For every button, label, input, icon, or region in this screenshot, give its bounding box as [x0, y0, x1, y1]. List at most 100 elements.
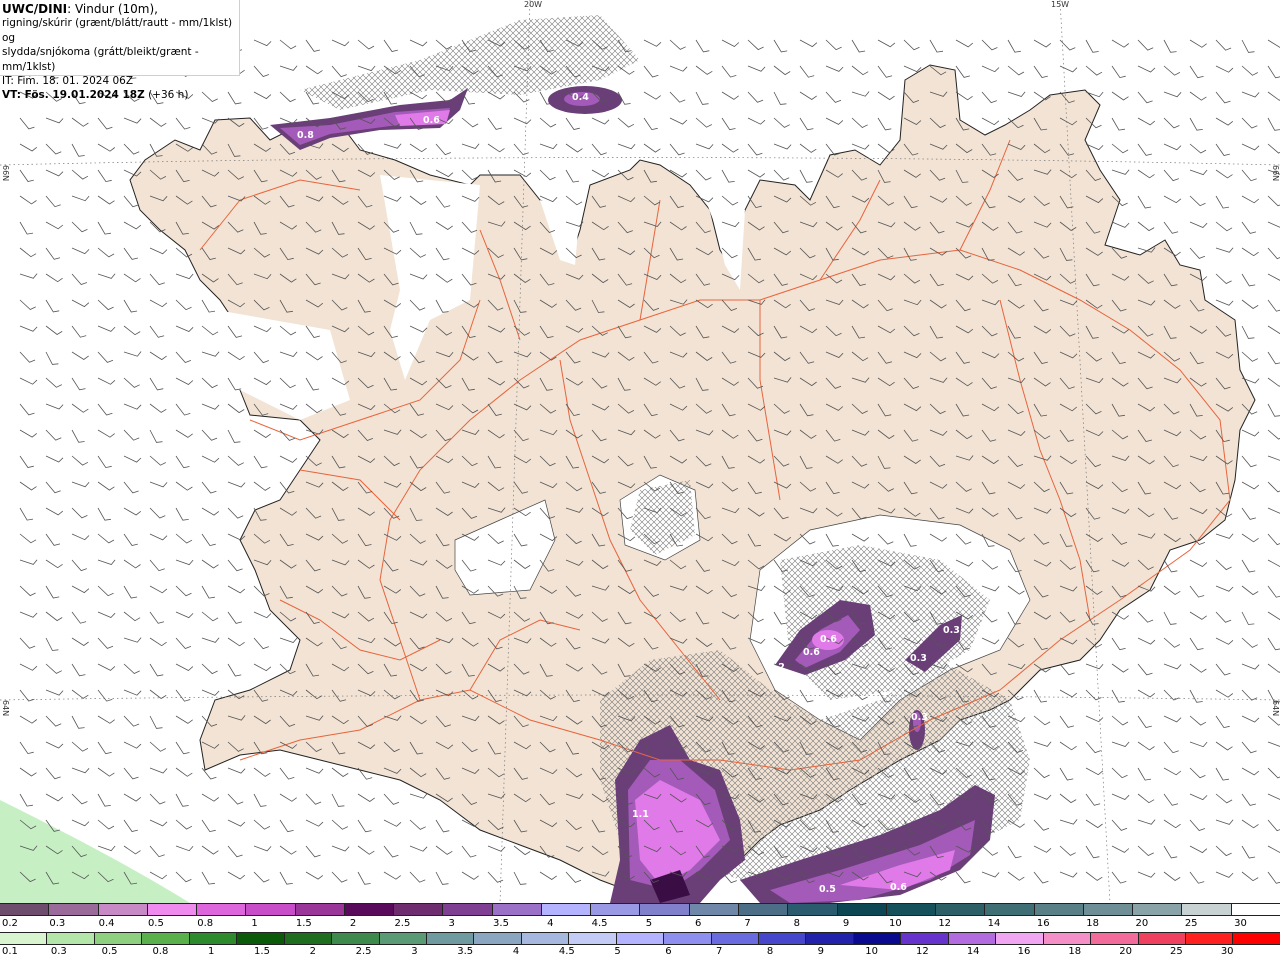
wind-barb: [149, 325, 165, 338]
wind-barb: [1163, 39, 1177, 53]
wind-barb: [45, 637, 59, 651]
colorbar-label: 25: [1170, 946, 1183, 957]
wind-barb: [97, 481, 115, 491]
wind-barb: [97, 507, 111, 521]
wind-barb: [1189, 65, 1204, 79]
wind-barb: [97, 169, 112, 183]
colorbar-label: 16: [1036, 918, 1050, 929]
wind-barb: [305, 39, 320, 52]
wind-barb: [1163, 91, 1182, 98]
wind-barb: [123, 819, 138, 832]
precip-label: 0.8: [297, 130, 314, 141]
wind-barb: [97, 403, 113, 416]
wind-barb: [1059, 793, 1077, 804]
wind-barb: [903, 39, 920, 51]
wind-barb: [513, 871, 527, 885]
colorbar-swatch: [1182, 904, 1232, 915]
wind-barb: [1241, 819, 1259, 829]
wind-barb: [1215, 819, 1234, 825]
wind-barb: [123, 273, 141, 283]
wind-barb: [1215, 533, 1234, 539]
wind-barb: [669, 91, 686, 103]
wind-barb: [1241, 429, 1260, 437]
wind-barb: [175, 377, 194, 385]
wind-barb: [1007, 39, 1021, 53]
wind-barb: [227, 793, 244, 805]
colorbar-swatch: [591, 904, 641, 915]
wind-barb: [149, 741, 166, 752]
wind-barb: [305, 845, 321, 858]
wind-barb: [71, 351, 89, 360]
wind-barb: [643, 143, 661, 153]
wind-barb: [1215, 299, 1234, 306]
parameter-text: : Vindur (10m),: [67, 2, 158, 16]
wind-barb: [1267, 455, 1280, 461]
wind-barb: [305, 819, 324, 827]
wind-barb: [773, 91, 787, 105]
wind-barb: [539, 871, 557, 880]
wind-barb: [1111, 143, 1129, 154]
wind-barb: [1215, 793, 1233, 804]
wind-barb: [1111, 663, 1129, 673]
wind-barb: [357, 845, 375, 855]
wind-barb: [279, 637, 298, 643]
colorbar-label: 9: [817, 946, 824, 957]
wind-barb: [149, 689, 167, 699]
wind-barb: [1189, 767, 1206, 779]
wind-barb: [435, 91, 452, 103]
wind-barb: [695, 169, 712, 181]
wind-barb: [97, 689, 113, 702]
wind-barb: [123, 845, 141, 855]
wind-barb: [97, 767, 115, 777]
wind-barb: [279, 871, 293, 885]
wind-barb: [227, 507, 244, 519]
wind-barb: [1241, 767, 1260, 776]
wind-barb: [19, 741, 34, 755]
wind-barb: [1241, 741, 1257, 754]
colorbar-swatch: [521, 933, 570, 944]
wind-barb: [149, 819, 168, 827]
colorbar-swatch: [1133, 904, 1183, 915]
precip-label: 0.3: [911, 712, 928, 723]
wind-barb: [487, 117, 502, 130]
wind-barb: [71, 377, 86, 391]
colorbar-swatch: [443, 904, 493, 915]
colorbar-swatch: [379, 933, 427, 944]
wind-barb: [825, 117, 844, 125]
wind-barb: [1059, 65, 1078, 73]
wind-barb: [1085, 819, 1103, 829]
wind-barb: [1007, 91, 1026, 97]
wind-barb: [1215, 845, 1232, 857]
wind-barb: [1033, 65, 1048, 78]
colorbar-label: 0.3: [50, 946, 67, 957]
wind-barb: [1241, 325, 1255, 339]
wind-barb: [1241, 455, 1257, 468]
wind-barb: [149, 663, 164, 677]
colorbar-label: 8: [766, 946, 774, 957]
wind-barb: [1137, 845, 1154, 856]
wind-barb: [45, 611, 63, 622]
wind-barb: [123, 221, 142, 230]
wind-barb: [227, 767, 246, 774]
wind-barb: [1267, 741, 1280, 747]
wind-barb: [565, 871, 582, 883]
wind-barb: [513, 143, 529, 156]
wind-barb: [97, 637, 114, 649]
wind-barb: [71, 247, 90, 255]
wind-barb: [71, 559, 87, 572]
wind-barb: [253, 767, 271, 777]
wind-barb: [201, 689, 220, 696]
wind-barb: [825, 91, 842, 103]
wind-barb: [1189, 39, 1207, 48]
colorbar-label: 0.8: [152, 946, 169, 957]
wind-barb: [1111, 221, 1130, 228]
colorbar-swatch: [49, 904, 99, 915]
wind-barb: [201, 845, 219, 855]
wind-barb: [149, 715, 163, 729]
wind-barb: [149, 247, 168, 255]
wind-barb: [1163, 585, 1181, 595]
wind-barb: [1137, 169, 1155, 179]
wind-barb: [1137, 689, 1156, 698]
wind-barb: [97, 585, 114, 597]
wind-barb: [435, 39, 453, 50]
